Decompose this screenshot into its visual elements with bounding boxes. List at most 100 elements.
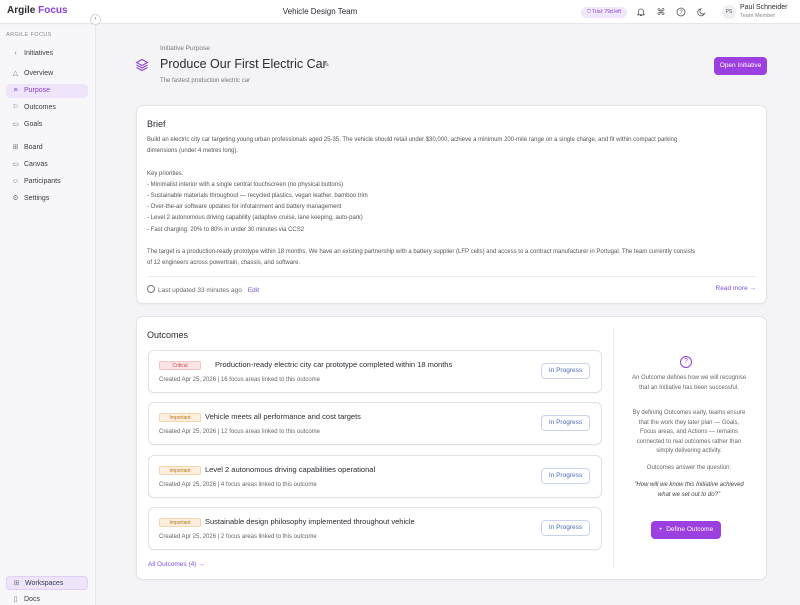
outcome-meta: Created Apr 25, 2026 | 16 focus areas li… [159, 377, 320, 383]
brief-line [147, 236, 759, 247]
priority-badge: Critical [159, 361, 201, 370]
sidebar-item-label: Overview [24, 70, 54, 77]
page-title: Produce Our First Electric Car [160, 57, 327, 71]
sidebar-item-outcomes[interactable]: ⚐ Outcomes [6, 101, 88, 115]
define-outcome-label: Define Outcome [666, 526, 714, 533]
sidebar-item-label: Goals [24, 121, 43, 128]
avatar[interactable]: PS [722, 5, 736, 19]
info-quote: "How will we know this Initiative achiev… [634, 482, 744, 498]
brief-line: - Minimalist interior with a single cent… [147, 181, 344, 188]
outcome-meta: Created Apr 25, 2026 | 12 focus areas li… [159, 429, 320, 435]
brief-line: of 12 engineers across powertrain, chass… [147, 260, 301, 267]
triangle-icon: △ [12, 70, 19, 77]
gear-icon: ⚙ [12, 195, 19, 202]
sidebar-item-overview[interactable]: △ Overview [6, 67, 88, 81]
flag-icon: ⚐ [12, 104, 19, 111]
status-button[interactable]: In Progress [541, 415, 590, 431]
sidebar-item-workspaces[interactable]: ⊞ Workspaces [6, 576, 88, 590]
sidebar-item-participants[interactable]: ☺ Participants [6, 175, 88, 189]
info-paragraph: An Outcome defines how we will recognise… [631, 375, 747, 391]
brief-line: - Level 2 autonomous driving capability … [147, 215, 363, 222]
outcome-item[interactable]: Important Level 2 autonomous driving cap… [148, 455, 602, 498]
brief-line: dimensions (under 4 metres long). [147, 148, 239, 155]
outcomes-info-panel: ? An Outcome defines how we will recogni… [613, 328, 756, 568]
sidebar-item-label: Docs [24, 596, 40, 603]
sidebar-item-label: Board [24, 144, 43, 151]
status-button[interactable]: In Progress [541, 520, 590, 536]
sidebar-item-label: Canvas [24, 161, 48, 168]
sidebar-item-docs[interactable]: ▯ Docs [6, 593, 88, 605]
brief-text: Build an electric city car targeting you… [147, 135, 759, 269]
chevron-left-icon: ‹ [14, 50, 17, 57]
brief-line: Key priorities: [147, 170, 184, 177]
moon-icon[interactable] [697, 7, 707, 17]
outcomes-title: Outcomes [147, 330, 189, 340]
brief-line: - Fast charging: 20% to 80% in under 30 … [147, 226, 305, 233]
help-icon[interactable]: ? [676, 7, 686, 17]
users-icon: ☺ [11, 178, 20, 185]
sidebar-heading: ARGILE FOCUS [6, 32, 52, 38]
brief-footer: Last updated 33 minutes ago Edit [147, 285, 259, 294]
outcomes-card: Outcomes Critical Production-ready elect… [136, 316, 767, 580]
outcome-item[interactable]: Important Vehicle meets all performance … [148, 402, 602, 445]
define-outcome-button[interactable]: + Define Outcome [651, 521, 721, 539]
book-icon: ▯ [13, 596, 18, 603]
grid-icon: ⊞ [13, 580, 20, 587]
sidebar-back-initiatives[interactable]: ‹ Initiatives [6, 47, 88, 61]
grid-icon: ⊞ [12, 144, 19, 151]
last-updated: Last updated 33 minutes ago [158, 287, 242, 294]
brief-line: Build an electric city car targeting you… [147, 137, 678, 143]
trial-badge-label: Trial: 79d left [592, 9, 621, 15]
sidebar-item-label: Purpose [24, 87, 51, 94]
outcome-item[interactable]: Critical Production-ready electric city … [148, 350, 602, 393]
top-bar: Argile Focus Vehicle Design Team ⛉ Trial… [0, 0, 800, 24]
all-outcomes-link[interactable]: All Outcomes (4) → [148, 561, 205, 568]
outcome-title: Level 2 autonomous driving capabilities … [205, 465, 376, 474]
question-icon: ? [680, 356, 692, 368]
sidebar-item-settings[interactable]: ⚙ Settings [6, 192, 88, 206]
sidebar-item-canvas[interactable]: ▭ Canvas [6, 158, 88, 172]
outcome-meta: Created Apr 25, 2026 | 2 focus areas lin… [159, 534, 317, 540]
edit-brief-link[interactable]: Edit [248, 287, 259, 294]
status-button[interactable]: In Progress [541, 363, 590, 379]
sidebar-item-purpose[interactable]: ≡ Purpose [6, 84, 88, 98]
outcome-item[interactable]: Important Sustainable design philosophy … [148, 507, 602, 550]
priority-badge: Important [159, 518, 201, 527]
outcome-title: Vehicle meets all performance and cost t… [205, 412, 361, 421]
open-initiative-button[interactable]: Open Initiative [714, 57, 767, 75]
sidebar-item-label: Settings [24, 195, 50, 202]
page-subtitle: The fastest production electric car [160, 78, 251, 84]
outcome-meta: Created Apr 25, 2026 | 4 focus areas lin… [159, 482, 317, 488]
sidebar-item-label: Initiatives [24, 50, 54, 57]
brief-line: - Sustainable materials throughout — rec… [147, 193, 368, 200]
list-icon: ≡ [13, 87, 18, 94]
outcome-title: Production-ready electric city car proto… [215, 360, 453, 369]
trial-badge[interactable]: ⛉ Trial: 79d left [581, 7, 627, 18]
sidebar-item-label: Outcomes [24, 104, 56, 111]
read-more-link[interactable]: Read more → [716, 285, 756, 292]
priority-badge: Important [159, 413, 201, 422]
sidebar-collapse-button[interactable]: ‹ [90, 14, 101, 25]
pencil-icon[interactable]: ✎ [323, 60, 330, 69]
sidebar-item-label: Workspaces [25, 580, 64, 587]
info-paragraph: Outcomes answer the question: [646, 465, 732, 471]
plus-icon: + [658, 526, 663, 533]
status-button[interactable]: In Progress [541, 468, 590, 484]
brief-line [147, 157, 759, 168]
brief-card: Brief Build an electric city car targeti… [136, 105, 767, 304]
sidebar-item-board[interactable]: ⊞ Board [6, 141, 88, 155]
clock-icon [147, 285, 155, 293]
layers-icon [135, 58, 149, 72]
sidebar-item-goals[interactable]: ▭ Goals [6, 118, 88, 132]
priority-badge: Important [159, 466, 201, 475]
command-icon[interactable]: ⌘ [656, 7, 666, 17]
breadcrumb: Initiative Purpose [160, 45, 210, 52]
brief-line: The target is a production-ready prototy… [147, 249, 696, 256]
sidebar-item-label: Participants [24, 178, 61, 185]
canvas-icon: ▭ [12, 161, 19, 168]
outcome-title: Sustainable design philosophy implemente… [205, 517, 415, 526]
bell-icon[interactable] [636, 7, 646, 17]
user-role: Team Member [740, 13, 776, 19]
brief-title: Brief [147, 119, 166, 129]
divider [147, 276, 757, 277]
